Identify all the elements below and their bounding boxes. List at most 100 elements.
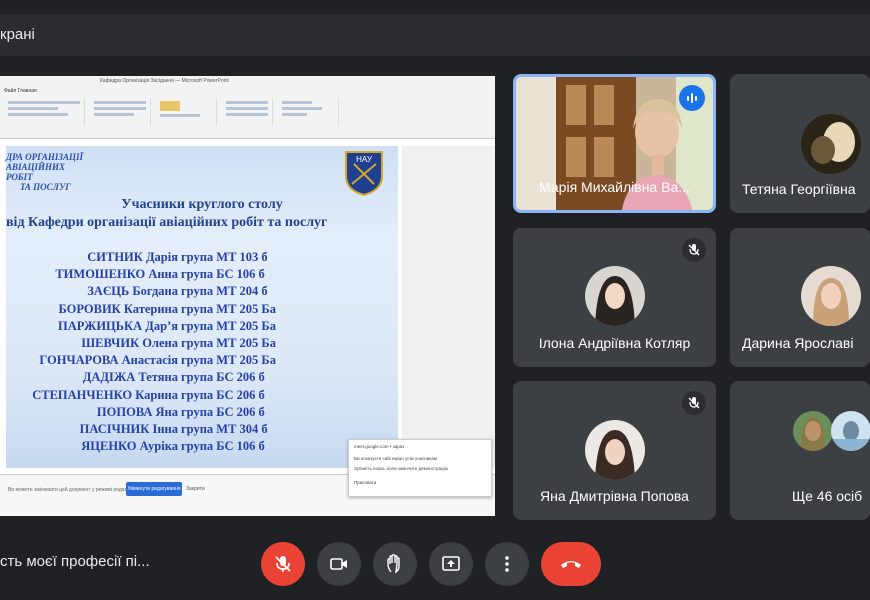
participant-tile[interactable]: Ілона Андріївна Котляр (513, 228, 716, 367)
participant-row: ЗАЄЦЬ Богдана група МТ 204 б (6, 284, 398, 301)
ribbon-group (4, 98, 85, 126)
participant-row-name: ДАДІЖА Тетяна (82, 370, 178, 385)
participant-tile[interactable]: Марія Михайлівна Ва... (513, 74, 716, 213)
notif-line: Ви показуєте свій екран усім учасникам (354, 456, 437, 461)
ribbon-group (156, 98, 217, 126)
meeting-title: сть моєї професії пі... (0, 553, 150, 570)
screen-share-label: крані (0, 26, 35, 43)
participant-row-group: група МТ 205 Ба (181, 318, 276, 333)
call-end-icon (561, 561, 581, 568)
participant-row-group: група БС 206 б (181, 387, 265, 402)
participant-row: СТЕПАНЧЕНКО Карина група БС 206 б (6, 388, 398, 405)
department-title: ДРА ОРГАНІЗАЦІЇ АВІАЦІЙНИХ РОБІТ ТА ПОСЛ… (6, 152, 86, 192)
camera-button[interactable] (317, 542, 361, 586)
logo-text: НАУ (356, 155, 373, 164)
ribbon-group (222, 98, 273, 126)
avatar (831, 411, 870, 451)
university-logo: НАУ (345, 151, 383, 196)
department-line: ДРА ОРГАНІЗАЦІЇ (6, 152, 83, 162)
leave-call-button[interactable] (541, 542, 601, 586)
participant-row-group: група МТ 103 б (181, 250, 268, 264)
participant-row-name: СИТНИК Дарія (87, 250, 178, 264)
participant-row: ПОПОВА Яна група БС 206 б (6, 405, 398, 422)
participant-row-name: ГОНЧАРОВА Анастасія (39, 353, 178, 368)
participant-row-name: ТИМОШЕНКО Анна (55, 267, 178, 282)
videocam-icon (330, 558, 347, 570)
speaking-indicator (679, 85, 705, 111)
ribbon-group (278, 98, 339, 126)
participant-name: Марія Михайлівна Ва... (539, 179, 690, 195)
more-options-button[interactable] (485, 542, 529, 586)
participant-name: Яна Дмитрівна Попова (540, 488, 689, 504)
present-button[interactable] (429, 542, 473, 586)
avatar (801, 114, 861, 174)
slide-subheading: від Кафедри організації авіаційних робіт… (6, 215, 328, 230)
notification-popup[interactable]: meet.google.com • зараз Ви показуєте сві… (348, 439, 492, 497)
participant-row-name: ПОПОВА Яна (96, 404, 178, 419)
raise-hand-button[interactable] (373, 542, 417, 586)
participant-row: ТИМОШЕНКО Анна група БС 106 б (6, 267, 398, 284)
participant-tile[interactable]: Ще 46 осіб (730, 381, 870, 520)
top-bar: крані (0, 14, 870, 56)
participant-row: ДАДІЖА Тетяна група БС 206 б (6, 370, 398, 387)
microphone-button[interactable] (261, 542, 305, 586)
department-line: ТА ПОСЛУГ (20, 182, 71, 192)
participant-row-name: ПАСІЧНИК Інна (79, 421, 178, 436)
raise-hand-icon (387, 554, 400, 574)
ribbon-tabs[interactable]: Файл Главная (4, 88, 37, 94)
participant-row-group: група БС 106 б (181, 267, 265, 282)
notes-pane (402, 146, 495, 468)
notif-line: Зупиніть показ, коли закінчите демонстра… (354, 466, 449, 471)
mic-off-icon (682, 238, 706, 262)
participant-name: Дарина Ярославі (742, 335, 854, 351)
status-message: Ви можете змінювати цей документ у режим… (8, 487, 143, 493)
participant-row-group: група МТ 205 Ба (181, 353, 276, 368)
participant-row: ПАРЖИЦЬКА Дар’я група МТ 205 Ба (6, 319, 398, 336)
avatar (584, 266, 645, 326)
presentation-slide: ДРА ОРГАНІЗАЦІЇ АВІАЦІЙНИХ РОБІТ ТА ПОСЛ… (6, 146, 398, 468)
present-screen-icon (442, 556, 460, 571)
more-vert-icon (505, 556, 509, 572)
close-bar-button[interactable]: Закрити (186, 482, 210, 496)
participant-row: ПАСІЧНИК Інна група МТ 304 б (6, 422, 398, 439)
participant-tile[interactable]: Тетяна Георгіївна (730, 74, 870, 213)
audio-level-icon (687, 93, 697, 103)
participant-tile[interactable]: Яна Дмитрівна Попова (513, 381, 716, 520)
avatar (793, 411, 833, 451)
participant-row: СИТНИК Дарія група МТ 103 б (6, 250, 398, 267)
notif-line[interactable]: Приховати (354, 480, 376, 485)
participant-row-group: група МТ 205 Ба (181, 301, 276, 316)
avatar (801, 266, 861, 326)
app-title: Кафедра Організація Засідання — Microsof… (100, 78, 229, 84)
participant-row-group: група МТ 304 б (181, 421, 268, 436)
participant-row: ГОНЧАРОВА Анастасія група МТ 205 Ба (6, 353, 398, 370)
participant-row: ЯЦЕНКО Ауріка група БС 106 б (6, 439, 398, 456)
notif-line: meet.google.com • зараз (354, 444, 405, 449)
app-ribbon: Кафедра Організація Засідання — Microsof… (0, 76, 495, 139)
mic-off-icon (275, 556, 291, 572)
participant-row-name: СТЕПАНЧЕНКО Карина (32, 387, 178, 402)
participant-name: Ілона Андріївна Котляр (538, 335, 691, 351)
participant-row: БОРОВИК Катерина група МТ 205 Ба (6, 302, 398, 319)
mic-off-icon (682, 391, 706, 415)
participant-row-name: ШЕВЧИК Олена (81, 335, 178, 350)
participant-row-name: ЯЦЕНКО Ауріка (81, 439, 178, 454)
participant-row-group: група БС 106 б (181, 439, 265, 454)
slide-heading: Учасники круглого столу (121, 197, 283, 212)
call-controls: сть моєї професії пі... (0, 538, 870, 588)
avatar (584, 420, 645, 480)
ribbon-group (90, 98, 151, 126)
participant-row-name: БОРОВИК Катерина (58, 301, 178, 316)
more-participants-label: Ще 46 осіб (792, 488, 863, 504)
enable-editing-button[interactable]: Увімкнути редагування (126, 482, 182, 496)
department-line: АВІАЦІЙНИХ РОБІТ (6, 162, 66, 182)
participant-row-name: ЗАЄЦЬ Богдана (87, 284, 178, 299)
participant-tile[interactable]: Дарина Ярославі (730, 228, 870, 367)
participant-name: Тетяна Георгіївна (742, 181, 856, 197)
participant-row: ШЕВЧИК Олена група МТ 205 Ба (6, 336, 398, 353)
participant-row-group: група БС 206 б (181, 370, 265, 385)
participant-row-group: група БС 206 б (181, 404, 265, 419)
participant-row-name: ПАРЖИЦЬКА Дар’я (58, 318, 178, 333)
participant-row-group: група МТ 204 б (181, 284, 268, 299)
shared-screen: Кафедра Організація Засідання — Microsof… (0, 76, 495, 516)
